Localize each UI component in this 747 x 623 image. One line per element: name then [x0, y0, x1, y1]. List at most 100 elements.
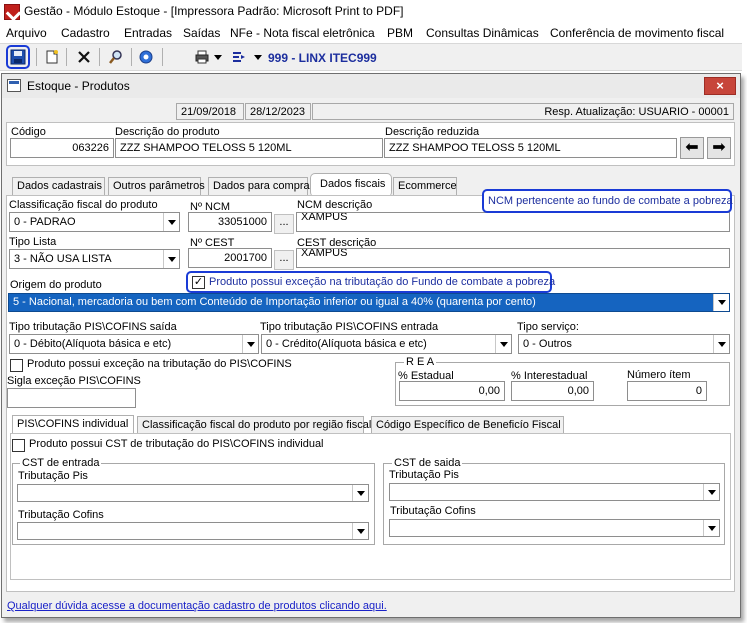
cst-individual-label: Produto possui CST de tributação do PIS\… [29, 438, 324, 450]
chevron-down-icon[interactable] [242, 335, 258, 353]
tab-dados-para-compra[interactable]: Dados para compra [208, 177, 310, 195]
menu-pbm[interactable]: PBM [387, 26, 413, 40]
trib-pis-entrada-label: Tributação Pis [18, 470, 88, 482]
export-list-icon [233, 52, 245, 62]
pis-saida-value: 0 - Débito(Alíquota básica e etc) [14, 338, 172, 350]
classificacao-select[interactable]: 0 - PADRAO [9, 212, 180, 232]
print-dropdown-icon[interactable] [214, 55, 222, 60]
descricao-field[interactable]: ZZZ SHAMPOO TELOSS 5 120ML [115, 138, 383, 158]
chevron-down-icon[interactable] [713, 294, 729, 311]
tipo-servico-select[interactable]: 0 - Outros [518, 334, 730, 354]
cst-saida-title: CST de saida [392, 457, 463, 469]
chevron-down-icon[interactable] [352, 523, 368, 539]
window-title: Estoque - Produtos [27, 79, 130, 93]
excecao-pis-checkbox[interactable] [10, 359, 23, 372]
pis-saida-label: Tipo tributação PIS\COFINS saída [9, 321, 177, 333]
classificacao-value: 0 - PADRAO [14, 216, 76, 228]
subtab-pis-cofins-individual[interactable]: PIS\COFINS individual [12, 415, 134, 435]
trib-cofins-saida-select[interactable] [389, 519, 720, 537]
descricao-reduzida-label: Descrição reduzida [385, 126, 480, 138]
cest-descricao-field[interactable]: XAMPUS [296, 248, 730, 268]
pis-entrada-select[interactable]: 0 - Crédito(Alíquota básica e etc) [261, 334, 512, 354]
menu-nfe[interactable]: NFe - Nota fiscal eletrônica [230, 26, 375, 40]
origem-value: 5 - Nacional, mercadoria ou bem com Cont… [13, 296, 536, 308]
trib-cofins-saida-label: Tributação Cofins [390, 505, 476, 517]
tipo-lista-select[interactable]: 3 - NÃO USA LISTA [9, 249, 180, 269]
sigla-field[interactable] [7, 388, 136, 408]
menu-arquivo[interactable]: Arquivo [6, 26, 47, 40]
delete-button[interactable] [73, 46, 95, 68]
trib-pis-entrada-select[interactable] [17, 484, 369, 502]
floppy-disk-icon [10, 49, 26, 65]
app-title: Gestão - Módulo Estoque - [Impressora Pa… [24, 4, 404, 18]
codigo-field[interactable]: 063226 [10, 138, 114, 158]
company-label: 999 - LINX ITEC999 [268, 51, 377, 65]
trib-pis-saida-select[interactable] [389, 483, 720, 501]
cest-field[interactable]: 2001700 [188, 248, 272, 268]
origem-select[interactable]: 5 - Nacional, mercadoria ou bem com Cont… [8, 293, 730, 312]
previous-button[interactable]: ⬅ [680, 137, 704, 159]
subtab-classificacao-regiao[interactable]: Classificação fiscal do produto por regi… [137, 416, 371, 434]
chevron-down-icon[interactable] [352, 485, 368, 501]
delete-x-icon [78, 51, 90, 63]
export-button[interactable] [228, 46, 250, 68]
sigla-label: Sigla exceção PIS\COFINS [7, 375, 141, 387]
print-button[interactable] [191, 46, 213, 68]
chevron-down-icon[interactable] [713, 335, 729, 353]
toolbar-separator [131, 48, 132, 66]
menu-conferencia[interactable]: Conferência de movimento fiscal [550, 26, 724, 40]
chevron-down-icon[interactable] [163, 250, 179, 268]
search-button[interactable] [105, 46, 127, 68]
next-button[interactable]: ➡ [707, 137, 731, 159]
cest-lookup-button[interactable]: ... [274, 250, 294, 270]
chevron-down-icon[interactable] [495, 335, 511, 353]
tab-dados-cadastrais[interactable]: Dados cadastrais [12, 177, 105, 195]
pis-entrada-label: Tipo tributação PIS\COFINS entrada [260, 321, 439, 333]
documentation-link[interactable]: Qualquer dúvida acesse a documentação ca… [7, 600, 387, 612]
menu-entradas[interactable]: Entradas [124, 26, 172, 40]
chevron-down-icon[interactable] [163, 213, 179, 231]
chevron-down-icon[interactable] [703, 484, 719, 500]
toolbar-separator [36, 48, 37, 66]
ncm-descricao-label: NCM descrição [297, 199, 373, 211]
export-dropdown-icon[interactable] [254, 55, 262, 60]
estadual-field[interactable]: 0,00 [399, 381, 505, 401]
descricao-reduzida-field[interactable]: ZZZ SHAMPOO TELOSS 5 120ML [384, 138, 677, 158]
help-clock-icon [139, 50, 153, 64]
toolbar-separator [162, 48, 163, 66]
cst-individual-checkbox[interactable] [12, 439, 25, 452]
tab-ecommerce[interactable]: Ecommerce [393, 177, 457, 195]
excecao-pis-label: Produto possui exceção na tributação do … [27, 358, 292, 370]
new-button[interactable] [41, 46, 63, 68]
tab-outros-parametros[interactable]: Outros parâmetros [108, 177, 205, 195]
ncm-lookup-button[interactable]: ... [274, 214, 294, 234]
date-updated-field: 28/12/2023 [245, 103, 311, 120]
arrow-right-icon: ➡ [712, 139, 726, 156]
subtab-codigo-beneficio[interactable]: Código Específico de Beneficío Fiscal [371, 416, 564, 434]
chevron-down-icon[interactable] [703, 520, 719, 536]
menu-cadastro[interactable]: Cadastro [61, 26, 110, 40]
numero-item-field[interactable]: 0 [627, 381, 707, 401]
interestadual-field[interactable]: 0,00 [511, 381, 594, 401]
window-icon [7, 79, 21, 92]
tipo-lista-value: 3 - NÃO USA LISTA [14, 253, 112, 265]
pobreza-checkbox[interactable]: ✓ [192, 276, 205, 289]
tab-dados-fiscais[interactable]: Dados fiscais [310, 173, 392, 197]
help-button[interactable] [135, 46, 157, 68]
toolbar-separator [66, 48, 67, 66]
magnifier-icon [109, 50, 122, 64]
tipo-lista-label: Tipo Lista [9, 236, 57, 248]
close-button[interactable]: × [704, 77, 736, 95]
ncm-field[interactable]: 33051000 [188, 212, 272, 232]
menu-consultas-dinamicas[interactable]: Consultas Dinâmicas [426, 26, 539, 40]
descricao-label: Descrição do produto [115, 126, 220, 138]
app-logo-icon [4, 4, 20, 20]
ncm-descricao-field[interactable]: XAMPUS [296, 212, 730, 232]
pis-saida-select[interactable]: 0 - Débito(Alíquota básica e etc) [9, 334, 259, 354]
save-button[interactable] [7, 46, 29, 68]
menu-saidas[interactable]: Saídas [183, 26, 220, 40]
resp-atualizacao-field: Resp. Atualização: USUARIO - 00001 [312, 103, 734, 120]
tipo-servico-value: 0 - Outros [523, 338, 572, 350]
tipo-servico-label: Tipo serviço: [517, 321, 579, 333]
trib-cofins-entrada-select[interactable] [17, 522, 369, 540]
